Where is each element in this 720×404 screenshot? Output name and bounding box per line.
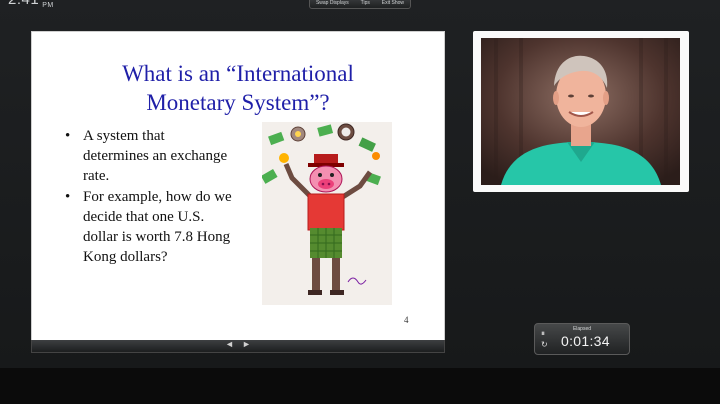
arrow-right-icon[interactable]: ►	[242, 339, 251, 349]
timer-label: Elapsed	[572, 326, 592, 332]
timer-value: 0:01:34	[561, 333, 610, 349]
slide-bullet-list: • A system that determines an exchange ra…	[62, 126, 232, 268]
juggling-pig-illustration	[262, 122, 392, 305]
bullet-text: For example, how do we decide that one U…	[83, 189, 232, 265]
presenter-video-frame	[473, 31, 689, 192]
presenter-video-image	[481, 38, 680, 185]
juggling-pig-drawing	[262, 122, 392, 305]
current-slide[interactable]: What is an “International Monetary Syste…	[31, 31, 445, 342]
clock: 2:41PM	[8, 0, 54, 9]
clock-time: 2:41	[8, 0, 39, 8]
slide-title: What is an “International Monetary Syste…	[32, 59, 444, 117]
arrow-left-icon[interactable]: ◄	[225, 339, 234, 349]
clock-ampm: PM	[42, 2, 54, 9]
slide-title-line-2: Monetary System”?	[146, 90, 330, 115]
tips-button[interactable]: Tips	[361, 0, 370, 8]
slide-bullet: • For example, how do we decide that one …	[62, 187, 232, 267]
bullet-text: A system that determines an exchange rat…	[83, 128, 228, 184]
swap-displays-button[interactable]: Swap Displays	[316, 0, 349, 8]
elapsed-timer: ⏸ ↻ Elapsed 0:01:34	[534, 323, 630, 355]
exit-show-button[interactable]: Exit Show	[382, 0, 404, 8]
reset-icon[interactable]: ↻	[541, 340, 548, 349]
slide-navigator: ◄ ►	[31, 339, 445, 353]
slide-title-line-1: What is an “International	[122, 61, 354, 86]
slide-number: 4	[404, 315, 409, 325]
presenter-toolbar: Swap Displays Tips Exit Show	[309, 0, 411, 9]
bottom-band	[0, 368, 720, 404]
bullet-dot: •	[65, 189, 71, 205]
slide-bullet: • A system that determines an exchange ra…	[62, 126, 232, 186]
bullet-dot: •	[65, 128, 71, 144]
presenter-video	[481, 38, 680, 185]
